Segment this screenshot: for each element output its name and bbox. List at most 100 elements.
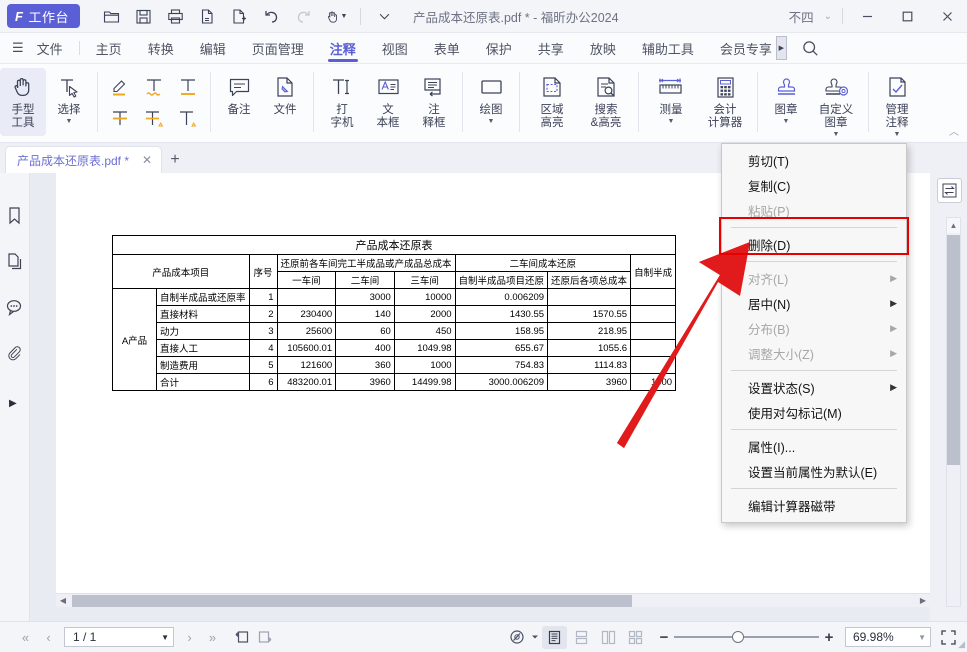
prev-page-icon[interactable]: ‹ xyxy=(37,626,60,648)
strikethrough-icon[interactable] xyxy=(104,103,136,133)
attachment-icon[interactable] xyxy=(3,341,27,365)
menu-item-protect[interactable]: 保护 xyxy=(473,33,525,64)
menu-item-convert[interactable]: 转换 xyxy=(135,33,187,64)
zoom-level-input[interactable]: 69.98% ▼ xyxy=(845,627,931,647)
copy-page-icon[interactable] xyxy=(194,3,222,29)
page-display-mode-icon[interactable] xyxy=(505,626,528,648)
hand-tool-button[interactable]: 手型 工具 xyxy=(0,68,46,136)
minimize-button[interactable] xyxy=(847,0,887,33)
next-view-icon[interactable] xyxy=(253,626,276,648)
hscroll-thumb[interactable] xyxy=(72,595,632,607)
measure-button[interactable]: 测量 ▼ xyxy=(644,68,698,136)
single-page-view-button[interactable] xyxy=(542,626,567,649)
next-page-icon[interactable]: › xyxy=(178,626,201,648)
save-icon[interactable] xyxy=(130,3,158,29)
scroll-left-arrow-icon[interactable]: ◀ xyxy=(56,596,70,605)
custom-stamp-button[interactable]: 自定义 图章 ▼ xyxy=(809,68,863,138)
vertical-scrollbar[interactable]: ▲ xyxy=(946,217,961,607)
print-icon[interactable] xyxy=(162,3,190,29)
select-tool-button[interactable]: 选择 ▼ xyxy=(46,68,92,136)
workspace-button[interactable]: F 工作台 xyxy=(7,4,80,28)
chevron-down-icon[interactable]: ▼ xyxy=(783,118,790,125)
menu-item-home[interactable]: 主页 xyxy=(83,33,135,64)
context-menu-item-copy[interactable]: 复制(C) xyxy=(722,173,906,198)
menu-item-comment[interactable]: 注释 xyxy=(317,33,369,64)
highlight-tool-icon[interactable] xyxy=(104,71,136,101)
comments-icon[interactable] xyxy=(3,295,27,319)
area-highlight-button[interactable]: 区域 高亮 xyxy=(525,68,579,136)
context-menu-item-properties[interactable]: 属性(I)... xyxy=(722,434,906,459)
previous-view-icon[interactable] xyxy=(230,626,253,648)
hamburger-icon[interactable]: ☰ xyxy=(12,40,24,56)
pages-icon[interactable] xyxy=(3,249,27,273)
context-menu-item-center[interactable]: 居中(N) ▶ xyxy=(722,291,906,316)
maximize-button[interactable] xyxy=(887,0,927,33)
file-attachment-button[interactable]: 文件 xyxy=(262,68,308,136)
chevron-down-icon[interactable]: ▼ xyxy=(488,118,495,125)
accounting-calculator-button[interactable]: 会计 计算器 xyxy=(698,68,752,136)
customize-toolbar-icon[interactable] xyxy=(371,3,399,29)
squiggly-underline-icon[interactable] xyxy=(138,71,170,101)
user-name[interactable]: 不四 xyxy=(789,7,814,26)
typewriter-button[interactable]: 打 字机 xyxy=(319,68,365,136)
insert-text-icon[interactable] xyxy=(172,103,204,133)
first-page-icon[interactable]: « xyxy=(14,626,37,648)
scroll-right-arrow-icon[interactable]: ▶ xyxy=(916,596,930,605)
undo-icon[interactable] xyxy=(258,3,286,29)
chevron-down-icon[interactable]: ▼ xyxy=(918,633,926,642)
chevron-down-icon[interactable]: ▼ xyxy=(833,131,840,138)
context-menu-item-set-status[interactable]: 设置状态(S) ▶ xyxy=(722,375,906,400)
zoom-slider-knob[interactable] xyxy=(732,631,744,643)
chevron-down-icon[interactable]: ▼ xyxy=(668,118,675,125)
zoom-in-button[interactable]: + xyxy=(819,629,839,646)
menu-item-view[interactable]: 视图 xyxy=(369,33,421,64)
chevron-down-icon[interactable]: ▼ xyxy=(66,118,73,125)
open-folder-icon[interactable] xyxy=(98,3,126,29)
chevron-down-icon[interactable] xyxy=(528,626,542,648)
menu-overflow-button[interactable]: ▶ xyxy=(776,36,787,60)
hand-tool-dropdown-icon[interactable]: ▼ xyxy=(322,3,350,29)
callout-button[interactable]: 注 释框 xyxy=(411,68,457,136)
hscroll-track[interactable] xyxy=(70,595,916,607)
menu-item-page-manage[interactable]: 页面管理 xyxy=(239,33,317,64)
last-page-icon[interactable]: » xyxy=(201,626,224,648)
bookmark-icon[interactable] xyxy=(3,203,27,227)
user-menu-chevron-icon[interactable]: ⌄ xyxy=(824,11,832,22)
menu-item-share[interactable]: 共享 xyxy=(525,33,577,64)
menu-item-form[interactable]: 表单 xyxy=(421,33,473,64)
stamp-button[interactable]: 图章 ▼ xyxy=(763,68,809,136)
compare-documents-icon[interactable] xyxy=(937,178,962,203)
replace-text-icon[interactable] xyxy=(138,103,170,133)
close-tab-icon[interactable]: ✕ xyxy=(139,153,155,167)
horizontal-scrollbar[interactable]: ◀ ▶ xyxy=(56,593,930,607)
context-menu-item-cut[interactable]: 剪切(T) xyxy=(722,148,906,173)
zoom-slider[interactable] xyxy=(674,630,819,644)
expand-panel-arrow-icon[interactable]: ▶ xyxy=(9,398,17,409)
menu-item-present[interactable]: 放映 xyxy=(577,33,629,64)
context-menu-item-checkmark[interactable]: 使用对勾标记(M) xyxy=(722,400,906,425)
collapse-ribbon-icon[interactable]: ︿ xyxy=(949,123,959,138)
manage-comments-button[interactable]: 管理 注释 ▼ xyxy=(874,68,920,138)
scroll-up-arrow-icon[interactable]: ▲ xyxy=(947,218,960,233)
document-tab[interactable]: 产品成本还原表.pdf * ✕ xyxy=(5,146,162,173)
context-menu-item-delete[interactable]: 删除(D) xyxy=(722,232,906,257)
continuous-view-button[interactable] xyxy=(569,626,594,649)
menu-item-vip[interactable]: 会员专享 xyxy=(707,33,776,64)
menu-item-file[interactable]: 文件 xyxy=(24,33,76,64)
draw-button[interactable]: 绘图 ▼ xyxy=(468,68,514,136)
note-tool-button[interactable]: 备注 xyxy=(216,68,262,136)
search-icon[interactable] xyxy=(801,39,820,58)
underline-icon[interactable] xyxy=(172,71,204,101)
textbox-button[interactable]: 文 本框 xyxy=(365,68,411,136)
zoom-out-button[interactable]: − xyxy=(654,629,674,646)
two-page-view-button[interactable] xyxy=(596,626,621,649)
chevron-down-icon[interactable]: ▼ xyxy=(161,633,169,642)
vscroll-thumb[interactable] xyxy=(947,235,960,465)
new-page-icon[interactable] xyxy=(226,3,254,29)
menu-item-accessibility[interactable]: 辅助工具 xyxy=(629,33,707,64)
search-highlight-button[interactable]: 搜索 &高亮 xyxy=(579,68,633,136)
close-button[interactable] xyxy=(927,0,967,33)
redo-icon[interactable] xyxy=(290,3,318,29)
two-page-continuous-view-button[interactable] xyxy=(623,626,648,649)
resize-grip-icon[interactable]: ◢ xyxy=(958,639,965,650)
